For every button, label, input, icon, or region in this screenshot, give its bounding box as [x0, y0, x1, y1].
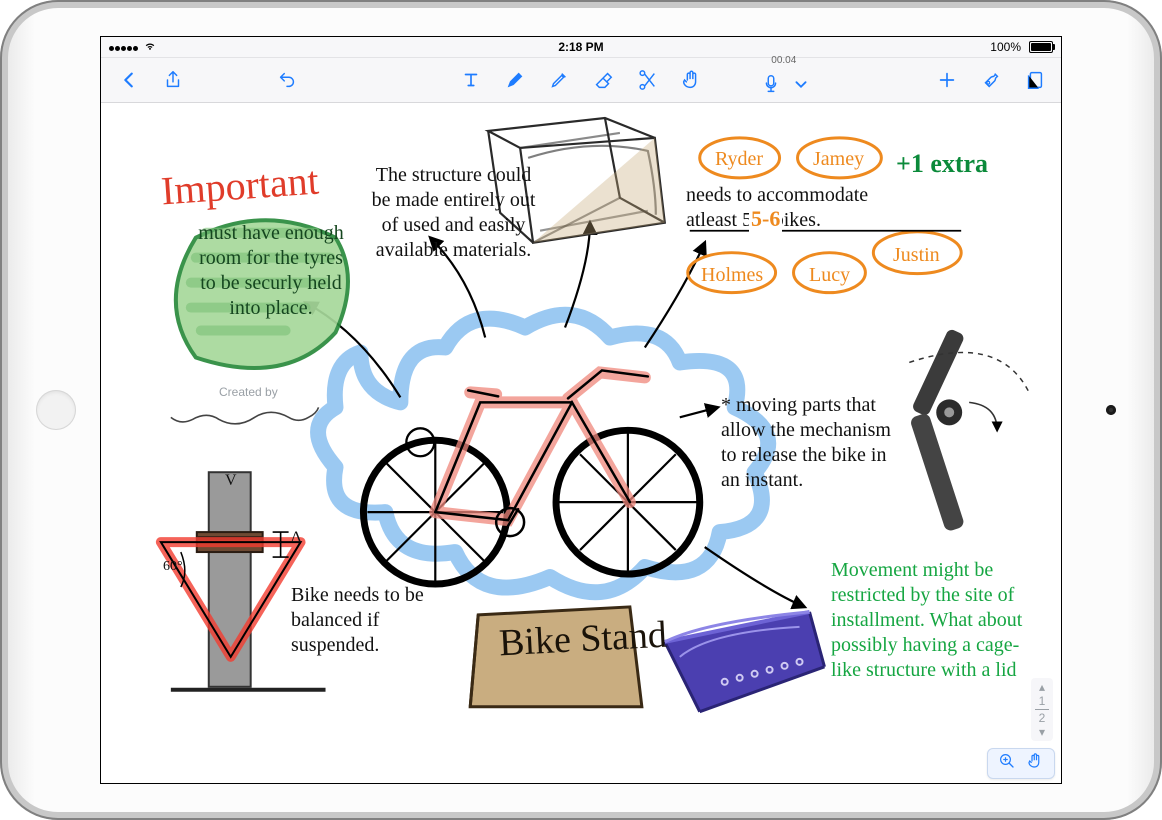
note-movement: Movement might be restricted by the site…	[831, 558, 1041, 683]
add-button[interactable]	[925, 60, 969, 100]
credit-label: Created by	[219, 385, 278, 400]
zoom-in-button[interactable]	[998, 752, 1016, 775]
note-moving: * moving parts that allow the mechanism …	[721, 393, 896, 493]
page-current: 1	[1039, 694, 1046, 708]
screen: 2:18 PM 100%	[100, 36, 1062, 784]
pen-tool[interactable]	[493, 60, 537, 100]
device-home-button	[36, 390, 76, 430]
page-indicator[interactable]: ▴ 1 2 ▾	[1031, 678, 1053, 741]
highlighter-tool[interactable]	[537, 60, 581, 100]
page-up-icon[interactable]: ▴	[1039, 680, 1045, 694]
name-justin: Justin	[893, 243, 940, 268]
page-total: 2	[1039, 711, 1046, 725]
clock: 2:18 PM	[558, 40, 603, 54]
note-accommodate: needs to accommodate atleast 5-6 bikes.	[686, 183, 896, 233]
battery-icon	[1025, 41, 1053, 53]
name-ryder: Ryder	[715, 147, 763, 172]
page-down-icon[interactable]: ▾	[1039, 725, 1045, 739]
hand-tool[interactable]	[669, 60, 713, 100]
canvas[interactable]: Important must have enough room for the …	[101, 103, 1061, 783]
toolbar: 00.04	[101, 58, 1061, 103]
mic-button[interactable]	[754, 64, 788, 104]
page-divider	[1035, 709, 1049, 710]
eraser-tool[interactable]	[581, 60, 625, 100]
note-important-body: must have enough room for the tyres to b…	[196, 221, 346, 321]
note-balance: Bike needs to be balanced if suspended.	[291, 583, 451, 658]
note-v: V	[225, 471, 237, 491]
note-extra: +1 extra	[896, 148, 988, 181]
name-jamey: Jamey	[813, 147, 864, 172]
settings-button[interactable]	[969, 60, 1013, 100]
zoom-pan-pill	[987, 748, 1055, 779]
status-bar: 2:18 PM 100%	[101, 37, 1061, 58]
pan-hand-button[interactable]	[1026, 752, 1044, 775]
device-camera	[1106, 405, 1116, 415]
note-angle: 60°	[163, 558, 183, 576]
wifi-icon	[143, 39, 157, 56]
note-structure: The structure could be made entirely out…	[366, 163, 541, 263]
scissors-tool[interactable]	[625, 60, 669, 100]
text-tool[interactable]	[449, 60, 493, 100]
note-delta: Δ	[291, 528, 301, 548]
name-holmes: Holmes	[701, 263, 763, 288]
signal-dots-icon	[109, 40, 139, 54]
share-button[interactable]	[151, 60, 195, 100]
mic-group: 00.04	[754, 56, 814, 104]
name-lucy: Lucy	[809, 263, 850, 288]
undo-button[interactable]	[265, 60, 309, 100]
mic-dropdown[interactable]	[788, 64, 814, 104]
battery-percent: 100%	[990, 40, 1021, 54]
back-button[interactable]	[107, 60, 151, 100]
note-count-highlight: 5-6	[749, 205, 782, 233]
pages-button[interactable]	[1013, 60, 1057, 100]
card-title: Bike Stand	[498, 617, 667, 662]
